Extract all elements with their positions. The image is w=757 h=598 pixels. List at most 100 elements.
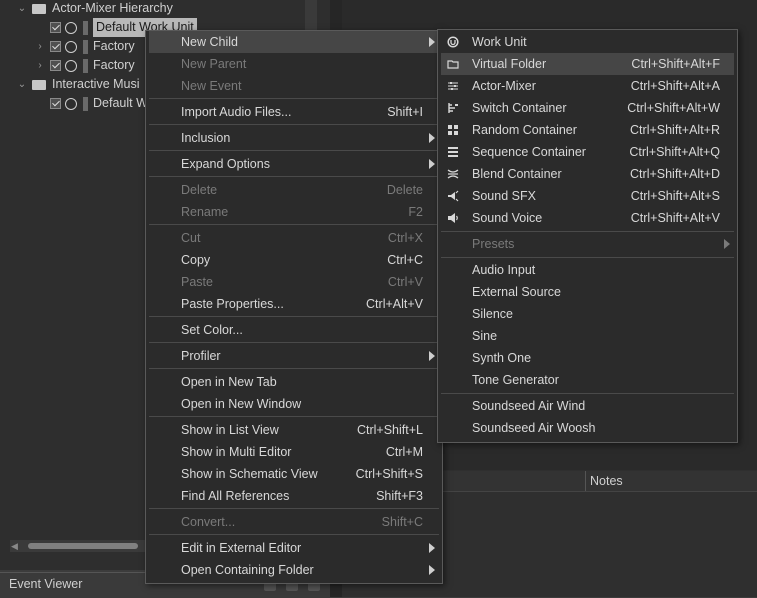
scroll-left-arrow-icon[interactable]: ◀: [11, 540, 18, 552]
work-unit-icon: [65, 40, 77, 53]
tree-row-default-work-unit-music[interactable]: Default W: [34, 94, 148, 113]
submenu-item-work-unit[interactable]: Work Unit: [441, 31, 734, 53]
menu-item-new-event[interactable]: New Event: [149, 75, 439, 97]
menu-separator: [149, 368, 439, 369]
submenu-arrow-icon: [429, 37, 435, 47]
submenu-item-audio-input[interactable]: Audio Input: [441, 259, 734, 281]
menu-item-cut[interactable]: Cut Ctrl+X: [149, 227, 439, 249]
tree-row-label: Factory: [93, 58, 135, 72]
checkbox[interactable]: [50, 41, 61, 52]
blend-container-icon: [447, 169, 459, 179]
menu-separator: [149, 416, 439, 417]
submenu-item-sine[interactable]: Sine: [441, 325, 734, 347]
expand-arrow-icon[interactable]: ›: [34, 56, 46, 75]
menu-item-new-child[interactable]: New Child: [149, 31, 439, 53]
tree-row-factory-2[interactable]: › Factory: [34, 56, 135, 75]
menu-item-edit-in-external-editor[interactable]: Edit in External Editor: [149, 537, 439, 559]
checkbox[interactable]: [50, 60, 61, 71]
submenu-item-random-container[interactable]: Random Container Ctrl+Shift+Alt+R: [441, 119, 734, 141]
menu-item-paste[interactable]: Paste Ctrl+V: [149, 271, 439, 293]
menu-item-convert[interactable]: Convert... Shift+C: [149, 511, 439, 533]
color-bar: [83, 39, 88, 54]
actor-mixer-icon: [448, 82, 458, 90]
submenu-item-virtual-folder[interactable]: Virtual Folder Ctrl+Shift+Alt+F: [441, 53, 734, 75]
tree-row-interactive-music[interactable]: ⌄ Interactive Musi: [16, 75, 140, 94]
submenu-arrow-icon: [724, 239, 730, 249]
submenu-item-sound-sfx[interactable]: Sound SFX Ctrl+Shift+Alt+S: [441, 185, 734, 207]
event-viewer-label: Event Viewer: [9, 577, 83, 591]
submenu-item-actor-mixer[interactable]: Actor-Mixer Ctrl+Shift+Alt+A: [441, 75, 734, 97]
checkbox[interactable]: [50, 22, 61, 33]
menu-item-inclusion[interactable]: Inclusion: [149, 127, 439, 149]
menu-item-rename[interactable]: Rename F2: [149, 201, 439, 223]
scrollbar-thumb[interactable]: [28, 543, 138, 549]
tree-row-label: Actor-Mixer Hierarchy: [52, 1, 173, 15]
menu-separator: [149, 534, 439, 535]
menu-item-show-in-list-view[interactable]: Show in List View Ctrl+Shift+L: [149, 419, 439, 441]
work-unit-icon: [65, 21, 77, 34]
menu-separator: [441, 257, 734, 258]
submenu-arrow-icon: [429, 133, 435, 143]
menu-separator: [149, 124, 439, 125]
work-unit-icon: [65, 59, 77, 72]
menu-item-copy[interactable]: Copy Ctrl+C: [149, 249, 439, 271]
collapse-arrow-icon[interactable]: ⌄: [16, 75, 28, 94]
menu-separator: [149, 316, 439, 317]
checkbox[interactable]: [50, 98, 61, 109]
tree-row-factory-1[interactable]: › Factory: [34, 37, 135, 56]
menu-separator: [149, 342, 439, 343]
menu-item-expand-options[interactable]: Expand Options: [149, 153, 439, 175]
menu-separator: [149, 150, 439, 151]
tree-row-actor-mixer-hierarchy[interactable]: ⌄ Actor-Mixer Hierarchy: [16, 0, 173, 18]
menu-item-import-audio-files[interactable]: Import Audio Files... Shift+I: [149, 101, 439, 123]
submenu-item-soundseed-air-wind[interactable]: Soundseed Air Wind: [441, 395, 734, 417]
expand-arrow-icon[interactable]: ›: [34, 37, 46, 56]
tree-row-label: Default W: [93, 96, 148, 110]
folder-icon: [32, 79, 46, 90]
color-bar: [83, 58, 88, 73]
folder-icon: [32, 3, 46, 14]
submenu-item-external-source[interactable]: External Source: [441, 281, 734, 303]
submenu-item-tone-generator[interactable]: Tone Generator: [441, 369, 734, 391]
menu-separator: [149, 176, 439, 177]
tree-row-label: Interactive Musi: [52, 77, 140, 91]
menu-separator: [441, 393, 734, 394]
menu-item-find-all-references[interactable]: Find All References Shift+F3: [149, 485, 439, 507]
menu-item-show-in-multi-editor[interactable]: Show in Multi Editor Ctrl+M: [149, 441, 439, 463]
menu-separator: [149, 98, 439, 99]
menu-separator: [441, 231, 734, 232]
menu-item-open-containing-folder[interactable]: Open Containing Folder: [149, 559, 439, 581]
submenu-item-soundseed-air-woosh[interactable]: Soundseed Air Woosh: [441, 417, 734, 439]
folder-icon: [447, 60, 459, 69]
menu-item-new-parent[interactable]: New Parent: [149, 53, 439, 75]
submenu-item-synth-one[interactable]: Synth One: [441, 347, 734, 369]
submenu-item-switch-container[interactable]: Switch Container Ctrl+Shift+Alt+W: [441, 97, 734, 119]
menu-item-show-in-schematic-view[interactable]: Show in Schematic View Ctrl+Shift+S: [149, 463, 439, 485]
color-bar: [83, 20, 88, 35]
submenu-item-sound-voice[interactable]: Sound Voice Ctrl+Shift+Alt+V: [441, 207, 734, 229]
submenu-item-presets[interactable]: Presets: [441, 233, 734, 255]
horizontal-scrollbar[interactable]: ◀: [10, 540, 150, 552]
submenu-arrow-icon: [429, 565, 435, 575]
submenu-arrow-icon: [429, 351, 435, 361]
sound-voice-icon: [448, 213, 458, 223]
switch-container-icon: [448, 103, 458, 113]
menu-item-set-color[interactable]: Set Color...: [149, 319, 439, 341]
menu-separator: [149, 224, 439, 225]
new-child-submenu: Work Unit Virtual Folder Ctrl+Shift+Alt+…: [437, 29, 738, 443]
menu-item-open-in-new-tab[interactable]: Open in New Tab: [149, 371, 439, 393]
notes-column-header[interactable]: Notes: [585, 471, 757, 491]
submenu-item-sequence-container[interactable]: Sequence Container Ctrl+Shift+Alt+Q: [441, 141, 734, 163]
collapse-arrow-icon[interactable]: ⌄: [16, 0, 28, 18]
menu-item-paste-properties[interactable]: Paste Properties... Ctrl+Alt+V: [149, 293, 439, 315]
menu-item-profiler[interactable]: Profiler: [149, 345, 439, 367]
context-menu: New Child New Parent New Event Import Au…: [145, 30, 443, 584]
menu-item-open-in-new-window[interactable]: Open in New Window: [149, 393, 439, 415]
color-bar: [83, 96, 88, 111]
work-unit-icon: [447, 36, 459, 48]
submenu-item-silence[interactable]: Silence: [441, 303, 734, 325]
submenu-arrow-icon: [429, 159, 435, 169]
work-unit-icon: [65, 97, 77, 110]
menu-item-delete[interactable]: Delete Delete: [149, 179, 439, 201]
submenu-item-blend-container[interactable]: Blend Container Ctrl+Shift+Alt+D: [441, 163, 734, 185]
